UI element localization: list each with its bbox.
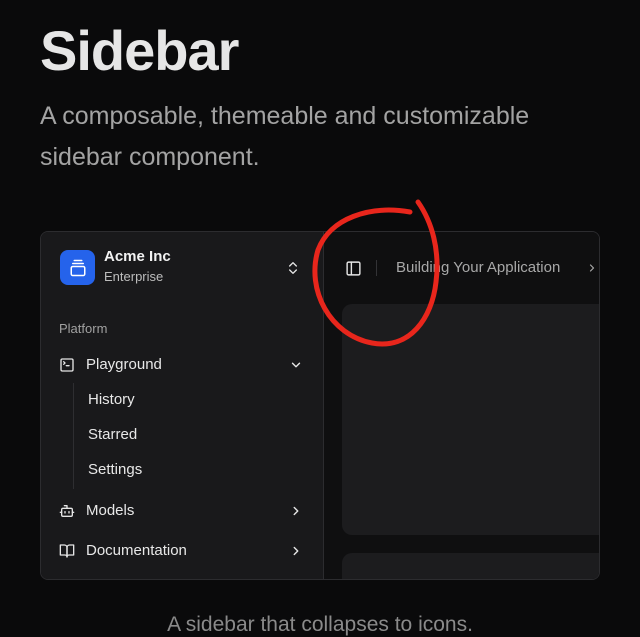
- sidebar-item-models[interactable]: Models: [49, 495, 315, 527]
- sidebar-toggle-button[interactable]: [341, 256, 365, 280]
- gallery-vertical-end-icon: [60, 250, 95, 285]
- submenu-item-label: History: [88, 391, 135, 408]
- demo-caption: A sidebar that collapses to icons.: [167, 613, 473, 636]
- submenu-item-label: Settings: [88, 461, 143, 478]
- team-plan: Enterprise: [104, 269, 164, 284]
- chevron-right-icon: [589, 264, 595, 272]
- bot-icon: [59, 505, 75, 517]
- sidebar-demo-frame: Acme Inc Enterprise Platform Playground …: [40, 231, 600, 580]
- content-placeholder-card: [342, 304, 599, 535]
- book-open-icon: [59, 544, 75, 558]
- sidebar-item-label: Models: [86, 502, 135, 519]
- sidebar-item-label: Playground: [86, 356, 162, 373]
- content-placeholder-card: [342, 553, 599, 579]
- breadcrumb-item[interactable]: Building Your Application: [396, 259, 560, 276]
- sidebar-item-documentation[interactable]: Documentation: [49, 535, 315, 567]
- chevron-right-icon: [293, 546, 299, 556]
- team-switcher[interactable]: Acme Inc Enterprise: [49, 242, 315, 294]
- chevron-down-icon: [291, 362, 301, 368]
- team-name: Acme Inc: [104, 248, 171, 265]
- main-content: Building Your Application: [324, 232, 599, 579]
- chevron-right-icon: [293, 506, 299, 516]
- playground-submenu: History Starred Settings: [73, 383, 314, 489]
- sidebar: Acme Inc Enterprise Platform Playground …: [41, 232, 324, 579]
- submenu-item-settings[interactable]: Settings: [80, 455, 300, 485]
- header-divider: [376, 260, 377, 276]
- chevrons-up-down-icon: [289, 262, 297, 274]
- page-subtitle: A composable, themeable and customizable…: [40, 102, 530, 171]
- submenu-item-history[interactable]: History: [80, 385, 300, 415]
- submenu-item-label: Starred: [88, 426, 138, 443]
- page-title: Sidebar: [40, 19, 239, 82]
- sidebar-item-label: Documentation: [86, 542, 187, 559]
- panel-left-icon: [345, 260, 361, 276]
- square-terminal-icon: [60, 358, 74, 372]
- group-label-platform: Platform: [59, 321, 108, 336]
- submenu-item-starred[interactable]: Starred: [80, 420, 300, 450]
- sidebar-item-playground[interactable]: Playground: [49, 349, 315, 381]
